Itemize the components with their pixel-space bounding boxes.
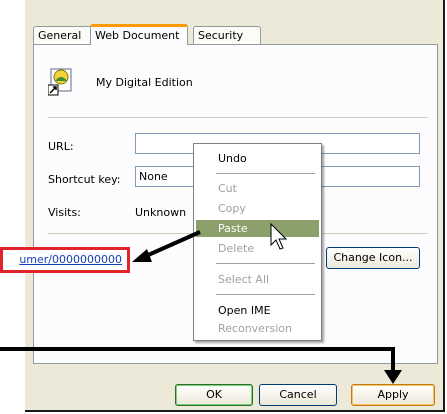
tab-general[interactable]: General bbox=[33, 26, 95, 45]
menu-item-undo[interactable]: Undo bbox=[196, 150, 319, 167]
document-name: My Digital Edition bbox=[96, 76, 193, 89]
ok-button[interactable]: OK bbox=[175, 384, 253, 406]
separator bbox=[48, 117, 428, 118]
url-callout-box: umer/0000000000 bbox=[0, 247, 130, 273]
internet-shortcut-icon bbox=[48, 68, 72, 96]
shortcut-key-label: Shortcut key: bbox=[48, 173, 121, 186]
url-label: URL: bbox=[48, 140, 74, 153]
apply-button[interactable]: Apply bbox=[351, 384, 435, 406]
visits-value: Unknown bbox=[135, 206, 187, 219]
context-menu: Undo Cut Copy Paste Delete Select All Op… bbox=[193, 143, 322, 341]
change-icon-button[interactable]: Change Icon... bbox=[326, 247, 420, 269]
cancel-button[interactable]: Cancel bbox=[259, 384, 337, 406]
menu-separator bbox=[216, 173, 315, 174]
callout-url-text: umer/0000000000 bbox=[19, 253, 122, 266]
tab-web-document[interactable]: Web Document bbox=[90, 24, 188, 45]
menu-item-paste[interactable]: Paste bbox=[196, 220, 319, 237]
menu-item-cut[interactable]: Cut bbox=[196, 180, 319, 197]
menu-item-open-ime[interactable]: Open IME bbox=[196, 302, 319, 319]
menu-separator bbox=[216, 294, 315, 295]
menu-separator bbox=[216, 263, 315, 264]
menu-item-reconversion[interactable]: Reconversion bbox=[196, 320, 319, 337]
tab-security[interactable]: Security bbox=[193, 26, 261, 45]
menu-item-select-all[interactable]: Select All bbox=[196, 271, 319, 288]
visits-label: Visits: bbox=[48, 206, 81, 219]
menu-item-delete[interactable]: Delete bbox=[196, 240, 319, 257]
menu-item-copy[interactable]: Copy bbox=[196, 200, 319, 217]
